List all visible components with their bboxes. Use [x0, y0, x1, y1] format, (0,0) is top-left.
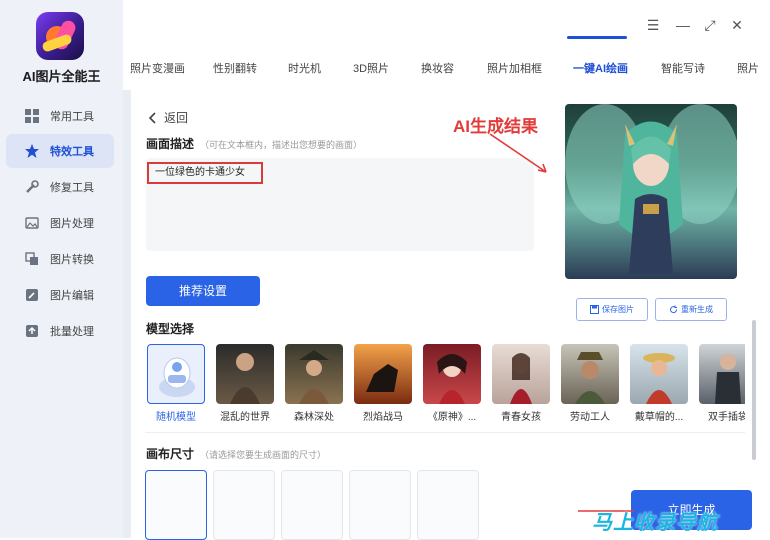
model-thumbnail [354, 344, 412, 404]
vertical-scrollbar[interactable] [752, 320, 756, 460]
sidebar-item-effect-tools[interactable]: 特效工具 [6, 134, 114, 168]
model-thumbnail [561, 344, 619, 404]
model-thumbnail [492, 344, 550, 404]
model-random[interactable]: 随机模型 [145, 344, 207, 424]
tab-photo-frame[interactable]: 照片加相框 [487, 60, 542, 76]
canvas-size-option[interactable] [213, 470, 275, 540]
model-list: 随机模型 混乱的世界 森林深处 烈焰战马 《原神》... 青春女孩 劳动工人 戴… [145, 344, 745, 424]
tab-makeup[interactable]: 换妆容 [421, 60, 454, 76]
tab-gender-swap[interactable]: 性别翻转 [213, 60, 257, 76]
sidebar-item-image-edit[interactable]: 图片编辑 [6, 278, 114, 312]
model-thumbnail [630, 344, 688, 404]
model-genshin[interactable]: 《原神》... [421, 344, 483, 424]
canvas-size-hint: （请选择您要生成画面的尺寸） [200, 450, 327, 460]
back-button[interactable]: 返回 [148, 109, 188, 126]
model-flame-horse[interactable]: 烈焰战马 [352, 344, 414, 424]
back-label: 返回 [164, 111, 189, 125]
tab-time-machine[interactable]: 时光机 [288, 60, 321, 76]
model-thumbnail [216, 344, 274, 404]
save-image-button[interactable]: 保存图片 [576, 298, 648, 321]
sidebar-item-label: 图片转换 [50, 254, 94, 266]
convert-icon [24, 251, 40, 267]
model-label: 烈焰战马 [363, 412, 403, 423]
grid-icon [24, 108, 40, 124]
tab-photo-more[interactable]: 照片 [737, 60, 759, 76]
refresh-icon [670, 305, 678, 314]
canvas-size-option[interactable] [417, 470, 479, 540]
canvas-size-heading: 画布尺寸 （请选择您要生成画面的尺寸） [146, 447, 327, 461]
annotation-arrow-icon [489, 133, 547, 173]
close-icon[interactable]: ✕ [728, 16, 746, 34]
canvas-size-option[interactable] [281, 470, 343, 540]
description-heading: 画面描述 （可在文本框内，描述出您想要的画面） [146, 137, 363, 151]
model-thumbnail [423, 344, 481, 404]
minimize-icon[interactable]: — [674, 16, 692, 34]
model-label: 《原神》... [427, 412, 477, 423]
sidebar-item-batch[interactable]: 批量处理 [6, 314, 114, 348]
model-thumbnail [147, 344, 205, 404]
feature-tabs: 照片变漫画 性别翻转 时光机 3D照片 换妆容 照片加相框 一键AI绘画 智能写… [123, 48, 770, 91]
title-bar [123, 0, 770, 48]
model-hands-in-pockets[interactable]: 双手插袋 [697, 344, 745, 424]
recommend-settings-button[interactable]: 推荐设置 [146, 276, 260, 306]
prompt-text[interactable]: 一位绿色的卡通少女 [147, 162, 263, 184]
wrench-icon [24, 179, 40, 195]
canvas-size-option[interactable] [145, 470, 207, 540]
edit-icon [24, 287, 40, 303]
regenerate-button[interactable]: 重新生成 [655, 298, 727, 321]
description-hint: （可在文本框内，描述出您想要的画面） [200, 140, 363, 150]
model-thumbnail [285, 344, 343, 404]
model-label: 劳动工人 [570, 412, 610, 423]
sidebar-item-label: 修复工具 [50, 182, 94, 194]
tab-photo-to-cartoon[interactable]: 照片变漫画 [130, 60, 185, 76]
model-label: 混乱的世界 [220, 412, 270, 423]
sidebar-item-label: 常用工具 [50, 111, 94, 123]
menu-icon[interactable]: ☰ [644, 16, 662, 34]
model-straw-hat[interactable]: 戴草帽的... [628, 344, 690, 424]
sidebar: AI图片全能王 常用工具 特效工具 修复工具 图片处理 图片转换 图片编辑 批量… [0, 0, 123, 538]
tab-3d-photo[interactable]: 3D照片 [353, 60, 389, 76]
sidebar-item-label: 图片编辑 [50, 290, 94, 302]
model-label: 森林深处 [294, 412, 334, 423]
sidebar-item-label: 批量处理 [50, 326, 94, 338]
model-heading: 模型选择 [146, 322, 195, 336]
sidebar-item-label: 图片处理 [50, 218, 94, 230]
maximize-icon[interactable]: ⤢ [701, 16, 719, 34]
app-name: AI图片全能王 [22, 69, 101, 84]
canvas-size-option[interactable] [349, 470, 411, 540]
chevron-left-icon [148, 111, 156, 124]
model-chaotic-world[interactable]: 混乱的世界 [214, 344, 276, 424]
model-thumbnail [699, 344, 745, 404]
sidebar-item-common-tools[interactable]: 常用工具 [6, 99, 114, 133]
sidebar-item-image-convert[interactable]: 图片转换 [6, 242, 114, 276]
ai-result-image [565, 104, 737, 279]
model-youth-girl[interactable]: 青春女孩 [490, 344, 552, 424]
star-icon [24, 143, 40, 159]
model-label: 随机模型 [156, 412, 196, 423]
model-label: 双手插袋 [708, 412, 745, 423]
model-deep-forest[interactable]: 森林深处 [283, 344, 345, 424]
active-tab-indicator [567, 36, 627, 39]
model-worker[interactable]: 劳动工人 [559, 344, 621, 424]
sidebar-item-label: 特效工具 [50, 146, 94, 158]
model-label: 戴草帽的... [634, 412, 684, 423]
app-logo-icon [36, 12, 84, 60]
sidebar-item-image-processing[interactable]: 图片处理 [6, 206, 114, 240]
watermark: 马上收录导航 [592, 512, 718, 534]
image-icon [24, 215, 40, 231]
sidebar-item-repair-tools[interactable]: 修复工具 [6, 170, 114, 204]
tab-smart-poem[interactable]: 智能写诗 [661, 60, 705, 76]
batch-icon [24, 323, 40, 339]
tab-ai-painting[interactable]: 一键AI绘画 [573, 60, 628, 76]
save-icon [590, 305, 599, 314]
model-label: 青春女孩 [501, 412, 541, 423]
